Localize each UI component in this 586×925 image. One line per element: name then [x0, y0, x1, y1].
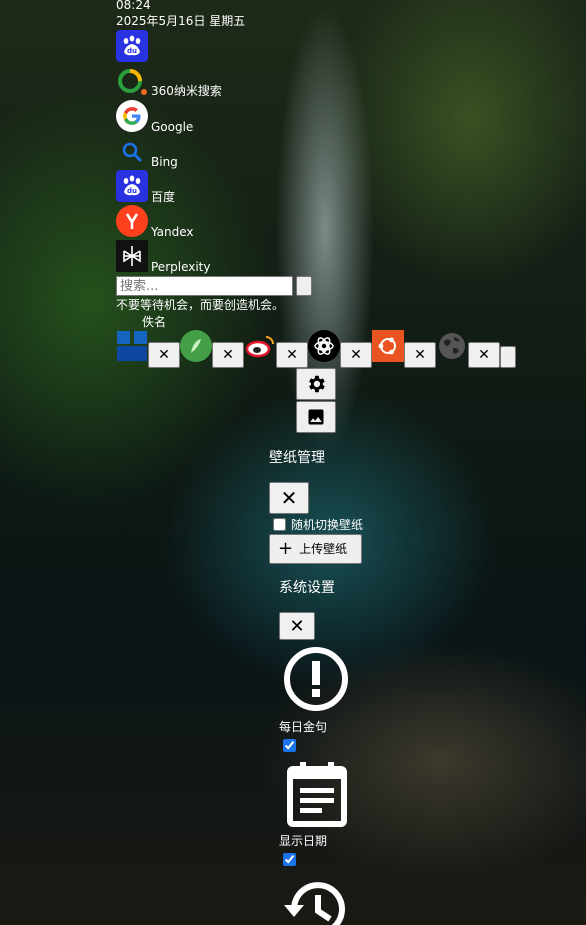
- perplexity-icon: [116, 240, 148, 272]
- calendar-icon: [286, 760, 348, 828]
- svg-text:du: du: [127, 187, 137, 195]
- shortcut-link-4[interactable]: [308, 330, 340, 362]
- upload-wallpaper-button[interactable]: + 上传壁纸: [269, 534, 362, 564]
- close-icon: ✕: [222, 347, 234, 363]
- engine-item-baidu-top[interactable]: du: [116, 30, 148, 62]
- engine-item-perplexity[interactable]: Perplexity: [116, 240, 211, 274]
- wallpaper-button[interactable]: [296, 401, 336, 433]
- 360-search-icon: [116, 66, 148, 98]
- show-date-checkbox[interactable]: [283, 853, 296, 866]
- openai-icon: [308, 330, 340, 362]
- engine-item-360[interactable]: 360纳米搜索: [116, 66, 222, 98]
- daily-quote: 不要等待机会，而要创造机会。: [116, 298, 285, 312]
- setting-label-date: 显示日期: [279, 834, 328, 848]
- yandex-icon: [116, 205, 148, 237]
- random-wallpaper-label: 随机切换壁纸: [291, 518, 364, 532]
- add-shortcut-button[interactable]: [500, 346, 516, 368]
- alert-icon: [282, 645, 350, 713]
- remove-shortcut-button[interactable]: ✕: [276, 342, 308, 368]
- search-input[interactable]: [116, 276, 293, 296]
- close-icon: ✕: [414, 347, 426, 363]
- close-icon: ✕: [286, 347, 298, 363]
- engine-item-google[interactable]: Google: [116, 100, 193, 134]
- remove-shortcut-button[interactable]: ✕: [340, 342, 372, 368]
- engine-label: 百度: [151, 190, 176, 204]
- blue-app-icon: [116, 330, 148, 362]
- close-settings-panel-button[interactable]: ✕: [279, 612, 315, 640]
- close-icon: ✕: [478, 347, 490, 363]
- svg-text:du: du: [127, 47, 137, 55]
- green-app-icon: [180, 330, 212, 362]
- weibo-icon: [244, 330, 276, 362]
- shortcut-link-5[interactable]: [372, 330, 404, 362]
- upload-wallpaper-label: 上传壁纸: [299, 542, 348, 556]
- settings-button[interactable]: [296, 368, 336, 400]
- close-icon: ✕: [350, 347, 362, 363]
- clock-date: 2025年5月16日 星期五: [116, 14, 246, 28]
- engine-item-yandex[interactable]: Yandex: [116, 205, 194, 239]
- quote-author: 佚名: [142, 315, 167, 329]
- gear-icon: [309, 375, 325, 393]
- google-icon: [116, 100, 148, 132]
- search-button[interactable]: [296, 276, 312, 296]
- engine-item-baidu[interactable]: du 百度: [116, 170, 175, 204]
- engine-label: Perplexity: [151, 260, 211, 274]
- engine-item-bing[interactable]: Bing: [116, 136, 178, 169]
- engine-label: Google: [151, 120, 194, 134]
- close-icon: ✕: [280, 486, 298, 510]
- close-wallpaper-panel-button[interactable]: ✕: [269, 482, 309, 514]
- engine-label: 360纳米搜索: [151, 84, 222, 98]
- shortcut-link-2[interactable]: [180, 330, 212, 362]
- baidu-icon: du: [116, 170, 148, 202]
- plus-icon: +: [278, 538, 294, 559]
- baidu-icon: du: [116, 30, 148, 62]
- daily-quote-checkbox[interactable]: [283, 739, 296, 752]
- close-icon: ✕: [289, 615, 305, 637]
- ubuntu-icon: [372, 330, 404, 362]
- remove-shortcut-button[interactable]: ✕: [468, 342, 500, 368]
- remove-shortcut-button[interactable]: ✕: [148, 342, 180, 368]
- engine-label: Yandex: [151, 225, 194, 239]
- engine-label: Bing: [151, 155, 178, 169]
- shortcut-link-3[interactable]: [244, 330, 276, 362]
- random-wallpaper-checkbox[interactable]: [273, 518, 286, 531]
- remove-shortcut-button[interactable]: ✕: [212, 342, 244, 368]
- setting-label-quote: 每日金句: [279, 720, 328, 734]
- remove-shortcut-button[interactable]: ✕: [404, 342, 436, 368]
- settings-panel-title: 系统设置: [279, 580, 335, 596]
- shortcut-link-6[interactable]: [436, 330, 468, 362]
- globe-icon: [436, 330, 468, 362]
- image-icon: [308, 409, 324, 425]
- history-icon: [282, 875, 350, 925]
- wallpaper-panel-title: 壁纸管理: [269, 450, 325, 466]
- close-icon: ✕: [158, 347, 170, 363]
- shortcut-link-1[interactable]: [116, 330, 148, 362]
- bing-search-icon: [116, 136, 148, 168]
- clock-time: 08:24: [116, 0, 151, 12]
